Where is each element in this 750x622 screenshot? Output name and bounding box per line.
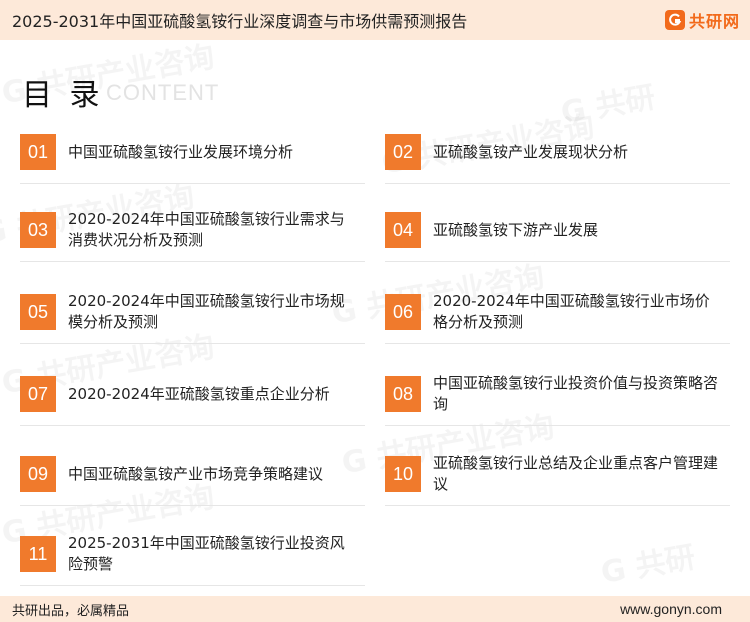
toc-title: 目 录 <box>22 78 104 113</box>
item-number: 07 <box>20 376 56 412</box>
item-number: 02 <box>385 134 421 170</box>
footer-bar: 共研出品，必属精品 www.gonyn.com <box>0 596 750 622</box>
item-number: 03 <box>20 212 56 248</box>
item-number: 04 <box>385 212 421 248</box>
toc-item[interactable]: 02 亚硫酸氢铵产业发展现状分析 <box>385 130 730 184</box>
toc-item[interactable]: 11 2025-2031年中国亚硫酸氢铵行业投资风险预警 <box>20 532 365 586</box>
brand-logo: 共研网 <box>664 8 740 32</box>
item-number: 01 <box>20 134 56 170</box>
item-label: 中国亚硫酸氢铵行业发展环境分析 <box>68 142 294 161</box>
logo-icon <box>664 10 685 30</box>
item-number: 10 <box>385 456 421 492</box>
item-label: 中国亚硫酸氢铵产业市场竞争策略建议 <box>68 464 324 483</box>
item-number: 05 <box>20 294 56 330</box>
item-label: 2020-2024年中国亚硫酸氢铵行业需求与消费状况分析及预测 <box>68 210 345 249</box>
footer-slogan: 共研出品，必属精品 <box>12 603 130 619</box>
watermark: G 共研 <box>557 72 658 132</box>
item-label: 2025-2031年中国亚硫酸氢铵行业投资风险预警 <box>68 534 345 573</box>
item-number: 08 <box>385 376 421 412</box>
toc-item[interactable]: 04 亚硫酸氢铵下游产业发展 <box>385 208 730 262</box>
item-label: 亚硫酸氢铵行业总结及企业重点客户管理建议 <box>433 454 719 493</box>
watermark: G 共研 <box>597 532 698 592</box>
toc-item[interactable]: 10 亚硫酸氢铵行业总结及企业重点客户管理建议 <box>385 452 730 506</box>
header-bar: 2025-2031年中国亚硫酸氢铵行业深度调查与市场供需预测报告 共研网 <box>0 0 750 40</box>
item-label: 2020-2024年亚硫酸氢铵重点企业分析 <box>68 384 330 403</box>
item-number: 09 <box>20 456 56 492</box>
item-number: 11 <box>20 536 56 572</box>
toc-item[interactable]: 09 中国亚硫酸氢铵产业市场竞争策略建议 <box>20 452 365 506</box>
report-title: 2025-2031年中国亚硫酸氢铵行业深度调查与市场供需预测报告 <box>12 12 468 31</box>
toc-item[interactable]: 01 中国亚硫酸氢铵行业发展环境分析 <box>20 130 365 184</box>
toc-item[interactable]: 06 2020-2024年中国亚硫酸氢铵行业市场价格分析及预测 <box>385 290 730 344</box>
toc-subtitle: CONTENT <box>106 80 220 105</box>
item-label: 2020-2024年中国亚硫酸氢铵行业市场价格分析及预测 <box>433 292 710 331</box>
toc-item[interactable]: 08 中国亚硫酸氢铵行业投资价值与投资策略咨询 <box>385 372 730 426</box>
logo-text: 共研网 <box>688 12 740 31</box>
item-label: 中国亚硫酸氢铵行业投资价值与投资策略咨询 <box>433 374 719 413</box>
item-label: 亚硫酸氢铵下游产业发展 <box>433 220 599 239</box>
footer-website-link[interactable]: www.gonyn.com <box>620 601 722 617</box>
toc-item[interactable]: 03 2020-2024年中国亚硫酸氢铵行业需求与消费状况分析及预测 <box>20 208 365 262</box>
item-label: 2020-2024年中国亚硫酸氢铵行业市场规模分析及预测 <box>68 292 345 331</box>
item-number: 06 <box>385 294 421 330</box>
item-label: 亚硫酸氢铵产业发展现状分析 <box>433 142 629 161</box>
toc-item[interactable]: 07 2020-2024年亚硫酸氢铵重点企业分析 <box>20 372 365 426</box>
toc-item[interactable]: 05 2020-2024年中国亚硫酸氢铵行业市场规模分析及预测 <box>20 290 365 344</box>
